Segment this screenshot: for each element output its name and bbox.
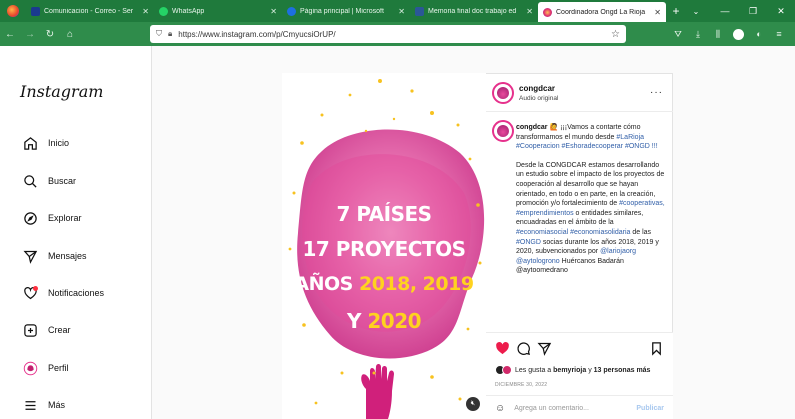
post-actions: Les gusta a bemyrioja y 13 personas más … bbox=[486, 332, 673, 419]
library-icon[interactable]: ⫼ bbox=[708, 29, 728, 40]
liker-avatar[interactable] bbox=[502, 365, 512, 375]
forward-arrow-icon[interactable]: → bbox=[20, 29, 40, 40]
author-username[interactable]: congdcar bbox=[519, 84, 555, 93]
tab-list-button[interactable]: ⌄ bbox=[686, 7, 706, 16]
post-image[interactable]: 7 PAÍSES 17 PROYECTOS AÑOS 2018, 2019 Y … bbox=[282, 73, 486, 419]
extension-icon[interactable]: ◐ bbox=[749, 29, 769, 39]
shield-icon[interactable]: ⛉ bbox=[156, 29, 162, 39]
close-tab-icon[interactable]: ✕ bbox=[270, 7, 277, 16]
mute-audio-icon[interactable]: 🔇︎ bbox=[466, 397, 480, 411]
menu-icon bbox=[22, 397, 38, 413]
heart-icon bbox=[22, 285, 38, 301]
sidebar-item-buscar[interactable]: Buscar bbox=[22, 170, 76, 192]
bookmark-star-icon[interactable]: ☆ bbox=[611, 29, 620, 40]
lock-icon[interactable]: 🔒︎ bbox=[168, 29, 172, 39]
close-tab-icon[interactable]: ✕ bbox=[526, 7, 533, 16]
comment-box: ☺ Agrega un comentario... Publicar bbox=[486, 395, 673, 419]
tab-memoria[interactable]: Memoria final doc trabajo ed ✕ bbox=[410, 0, 538, 22]
home-button-icon[interactable]: ⌂ bbox=[60, 29, 80, 40]
close-tab-icon[interactable]: ✕ bbox=[398, 7, 405, 16]
liker-username[interactable]: bemyrioja bbox=[553, 367, 586, 374]
more-options-icon[interactable]: ··· bbox=[650, 87, 663, 98]
url-text[interactable]: https://www.instagram.com/p/CmyucsiOrUP/ bbox=[178, 30, 335, 39]
post-line-4: Y 2020 bbox=[346, 309, 422, 333]
send-icon bbox=[22, 248, 38, 264]
instagram-sidebar: Instagram Inicio Buscar Explorar Mensaje… bbox=[0, 46, 152, 419]
post-line-1: 7 PAÍSES bbox=[336, 202, 432, 226]
pocket-icon[interactable]: ⛛ bbox=[668, 29, 688, 40]
close-tab-icon[interactable]: ✕ bbox=[654, 8, 661, 17]
post-line-3: AÑOS 2018, 2019 bbox=[294, 273, 474, 295]
address-bar[interactable]: ⛉ 🔒︎ https://www.instagram.com/p/Cmyucsi… bbox=[150, 25, 626, 43]
author-avatar[interactable] bbox=[492, 82, 514, 104]
back-arrow-icon[interactable]: ← bbox=[0, 29, 20, 40]
instagram-logo[interactable]: Instagram bbox=[20, 82, 103, 101]
close-window-button[interactable]: ✕ bbox=[767, 0, 795, 22]
save-bookmark-icon[interactable] bbox=[649, 341, 665, 357]
plus-square-icon bbox=[22, 322, 38, 338]
tab-coordinadora[interactable]: Coordinadora Ongd La Rioja ✕ bbox=[538, 2, 666, 22]
new-tab-button[interactable]: + bbox=[666, 4, 686, 18]
caption-username[interactable]: congdcar bbox=[516, 124, 548, 131]
sidebar-item-perfil[interactable]: Perfil bbox=[22, 357, 69, 379]
tab-microsoft[interactable]: Página principal | Microsoft ✕ bbox=[282, 0, 410, 22]
compass-icon bbox=[22, 210, 38, 226]
maximize-button[interactable]: ❐ bbox=[739, 0, 767, 22]
close-tab-icon[interactable]: ✕ bbox=[142, 7, 149, 16]
post-header: congdcar Audio original ··· bbox=[486, 74, 673, 112]
likes-summary: Les gusta a bemyrioja y 13 personas más bbox=[495, 365, 650, 375]
account-icon[interactable] bbox=[733, 28, 744, 40]
browser-tab-bar: Comunicacion - Correo - Ser ✕ WhatsApp ✕… bbox=[0, 0, 795, 22]
post-viewer: 7 PAÍSES 17 PROYECTOS AÑOS 2018, 2019 Y … bbox=[152, 46, 795, 419]
sidebar-item-explorar[interactable]: Explorar bbox=[22, 207, 82, 229]
instagram-icon bbox=[543, 7, 552, 17]
tab-whatsapp[interactable]: WhatsApp ✕ bbox=[154, 0, 282, 22]
firefox-logo-icon[interactable] bbox=[0, 0, 26, 22]
sidebar-item-inicio[interactable]: Inicio bbox=[22, 132, 69, 154]
post-details-panel: congdcar Audio original ··· congdcar 🙋 ¡… bbox=[486, 73, 673, 419]
emoji-icon[interactable]: ☺ bbox=[495, 403, 505, 414]
whatsapp-icon bbox=[159, 6, 168, 16]
toolbar-right: ⛛ ⤓ ⫼ ◐ ≡ bbox=[668, 22, 789, 46]
like-heart-icon[interactable] bbox=[495, 341, 511, 357]
outlook-icon bbox=[31, 6, 40, 16]
browser-nav-bar: ← → ↻ ⌂ ⛉ 🔒︎ https://www.instagram.com/p… bbox=[0, 22, 795, 46]
post-date[interactable]: DICIEMBRE 30, 2022 bbox=[495, 382, 547, 388]
share-send-icon[interactable] bbox=[537, 341, 553, 357]
audio-label[interactable]: Audio original bbox=[519, 95, 558, 102]
microsoft-icon bbox=[287, 6, 296, 16]
comment-icon[interactable] bbox=[516, 341, 532, 357]
window-controls: — ❐ ✕ bbox=[711, 0, 795, 22]
hand-logo-icon bbox=[361, 364, 394, 419]
download-icon[interactable]: ⤓ bbox=[688, 29, 708, 40]
sidebar-item-mensajes[interactable]: Mensajes bbox=[22, 245, 87, 267]
minimize-button[interactable]: — bbox=[711, 0, 739, 22]
comment-input[interactable]: Agrega un comentario... bbox=[514, 405, 636, 412]
likes-count-link[interactable]: 13 personas más bbox=[594, 367, 651, 374]
app-menu-icon[interactable]: ≡ bbox=[769, 29, 789, 39]
sidebar-item-crear[interactable]: Crear bbox=[22, 319, 71, 341]
search-icon bbox=[22, 173, 38, 189]
post-line-2: 17 PROYECTOS bbox=[302, 237, 466, 261]
post-caption: congdcar 🙋 ¡¡¡Vamos a contarte cómo tran… bbox=[516, 124, 665, 275]
caption-avatar[interactable] bbox=[492, 120, 514, 142]
profile-avatar-icon bbox=[22, 360, 38, 376]
word-icon bbox=[415, 6, 424, 16]
sidebar-item-notificaciones[interactable]: Notificaciones bbox=[22, 282, 104, 304]
home-icon bbox=[22, 135, 38, 151]
publish-button[interactable]: Publicar bbox=[636, 405, 664, 412]
sidebar-item-mas[interactable]: Más bbox=[22, 394, 65, 416]
notification-dot bbox=[33, 286, 38, 291]
reload-icon[interactable]: ↻ bbox=[40, 29, 60, 40]
tab-correo[interactable]: Comunicacion - Correo - Ser ✕ bbox=[26, 0, 154, 22]
